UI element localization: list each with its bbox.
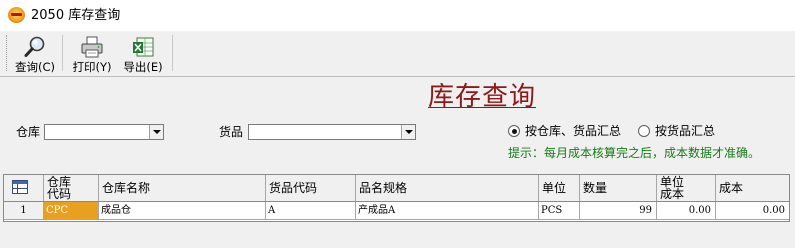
table-row[interactable]: 1 CPC 成品仓 A 产成品A PCS 99 0.00 0.00 [4, 202, 789, 220]
cell-goods-code[interactable]: A [266, 202, 356, 219]
goods-combo[interactable] [248, 124, 416, 140]
chevron-down-icon[interactable] [401, 125, 415, 139]
radio-checked-icon[interactable] [508, 125, 520, 137]
radio-by-warehouse-goods-label: 按仓库、货品汇总 [525, 124, 622, 138]
cell-goods-spec[interactable]: 产成品A [356, 202, 539, 219]
cell-warehouse-name[interactable]: 成品仓 [99, 202, 266, 219]
export-button-label: 导出(E) [123, 60, 163, 74]
title-bar: 2050 库存查询 [0, 0, 795, 31]
cell-warehouse-code[interactable]: CPC [44, 202, 99, 219]
col-header-cost[interactable]: 成本 [716, 175, 789, 201]
magnifier-icon [24, 36, 45, 57]
main-panel [0, 77, 795, 248]
col-header-goods-code[interactable]: 货品代码 [266, 175, 356, 201]
chevron-down-icon[interactable] [149, 125, 163, 139]
export-button[interactable]: 导出(E) [120, 33, 166, 74]
col-header-unit[interactable]: 单位 [539, 175, 580, 201]
app-logo-icon [8, 7, 25, 23]
row-number[interactable]: 1 [4, 202, 44, 219]
grid-header: 仓库 代码 仓库名称 货品代码 品名规格 单位 数量 单位 成本 成本 [4, 175, 789, 202]
warehouse-combo[interactable] [44, 124, 164, 140]
print-button-label: 打印(Y) [72, 60, 112, 74]
toolbar-separator [62, 35, 63, 71]
col-header-line: 成本 [660, 187, 685, 201]
excel-export-icon [133, 37, 154, 57]
radio-by-goods[interactable]: 按货品汇总 [638, 124, 728, 138]
query-button[interactable]: 查询(C) [12, 33, 58, 74]
grid-table-icon [12, 180, 28, 194]
goods-label: 货品 [219, 125, 244, 139]
col-header-goods-spec[interactable]: 品名规格 [356, 175, 539, 201]
inventory-grid[interactable]: 仓库 代码 仓库名称 货品代码 品名规格 单位 数量 单位 成本 成本 1 CP… [3, 174, 790, 222]
radio-by-goods-label: 按货品汇总 [655, 124, 716, 138]
col-header-warehouse-code[interactable]: 仓库 代码 [44, 175, 99, 201]
col-header-quantity[interactable]: 数量 [580, 175, 657, 201]
cell-cost[interactable]: 0.00 [716, 202, 789, 219]
warehouse-label: 仓库 [16, 125, 41, 139]
report-title: 库存查询 [428, 82, 537, 112]
query-button-label: 查询(C) [14, 60, 55, 74]
toolbar: 查询(C) 打印(Y) 导出(E) [0, 31, 795, 76]
cell-unit[interactable]: PCS [539, 202, 580, 219]
window-title: 2050 库存查询 [31, 8, 121, 23]
grid-corner[interactable] [4, 175, 44, 201]
cell-quantity[interactable]: 99 [580, 202, 657, 219]
toolbar-grip[interactable] [6, 35, 8, 71]
toolbar-separator [172, 35, 173, 71]
cost-hint-text: 提示：每月成本核算完之后，成本数据才准确。 [508, 146, 761, 160]
print-button[interactable]: 打印(Y) [70, 33, 114, 74]
cell-unit-cost[interactable]: 0.00 [657, 202, 716, 219]
col-header-line: 代码 [47, 187, 72, 201]
col-header-warehouse-name[interactable]: 仓库名称 [99, 175, 266, 201]
radio-by-warehouse-goods[interactable]: 按仓库、货品汇总 [508, 124, 628, 138]
radio-unchecked-icon[interactable] [638, 125, 650, 137]
printer-icon [81, 36, 103, 58]
col-header-unit-cost[interactable]: 单位 成本 [657, 175, 716, 201]
